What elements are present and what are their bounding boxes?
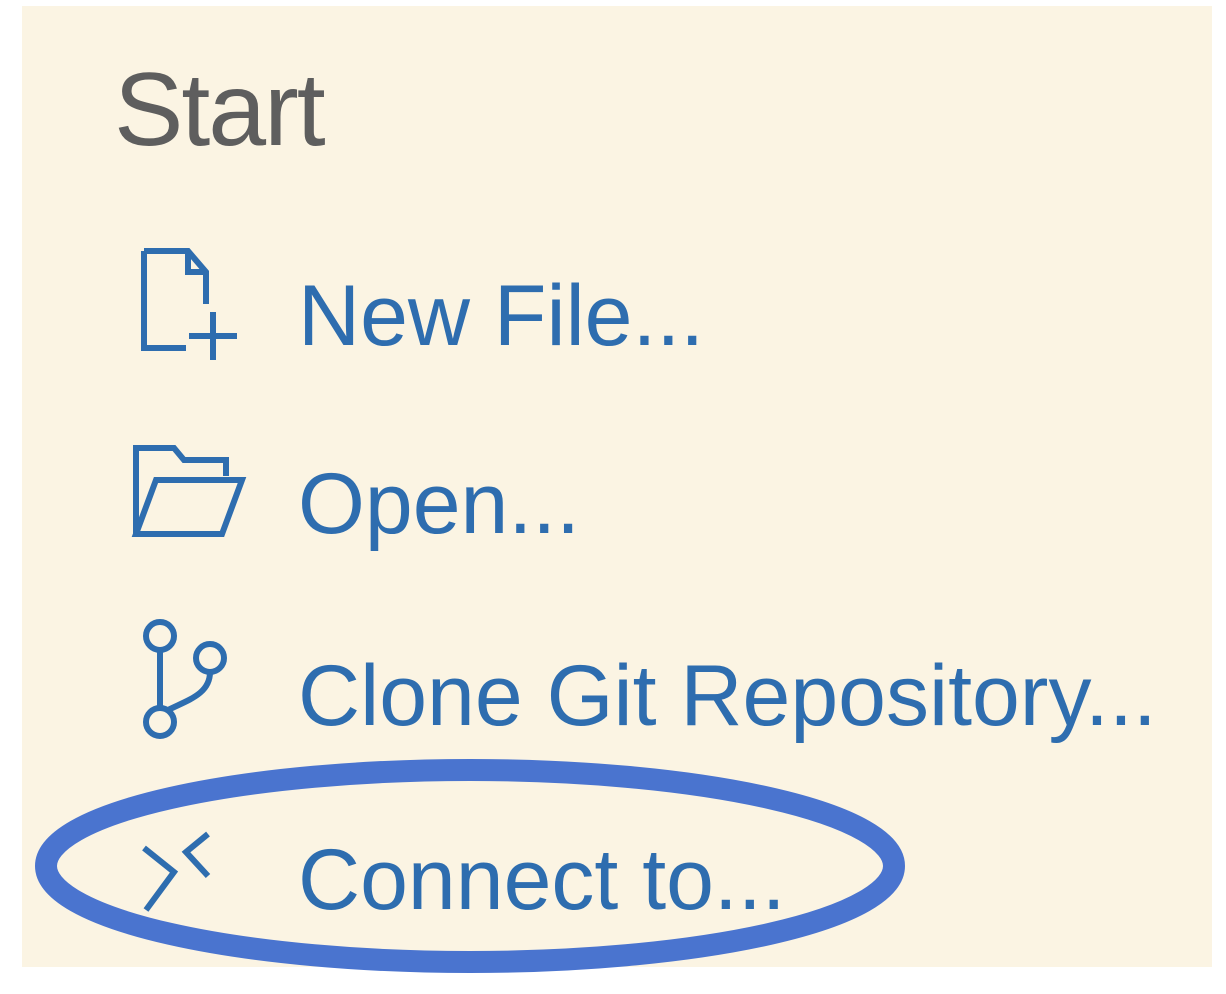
start-section-title: Start bbox=[114, 52, 326, 168]
new-file-icon bbox=[128, 242, 258, 377]
folder-open-icon bbox=[128, 440, 258, 555]
welcome-start-panel: Start New File... Open... Clone Git Repo… bbox=[22, 6, 1212, 967]
open-label: Open... bbox=[298, 456, 581, 552]
new-file-label: New File... bbox=[298, 268, 705, 364]
remote-connect-icon bbox=[128, 814, 258, 939]
connect-to-label: Connect to... bbox=[298, 832, 786, 928]
git-branch-icon bbox=[128, 616, 258, 751]
clone-git-repository-label: Clone Git Repository... bbox=[298, 648, 1157, 744]
